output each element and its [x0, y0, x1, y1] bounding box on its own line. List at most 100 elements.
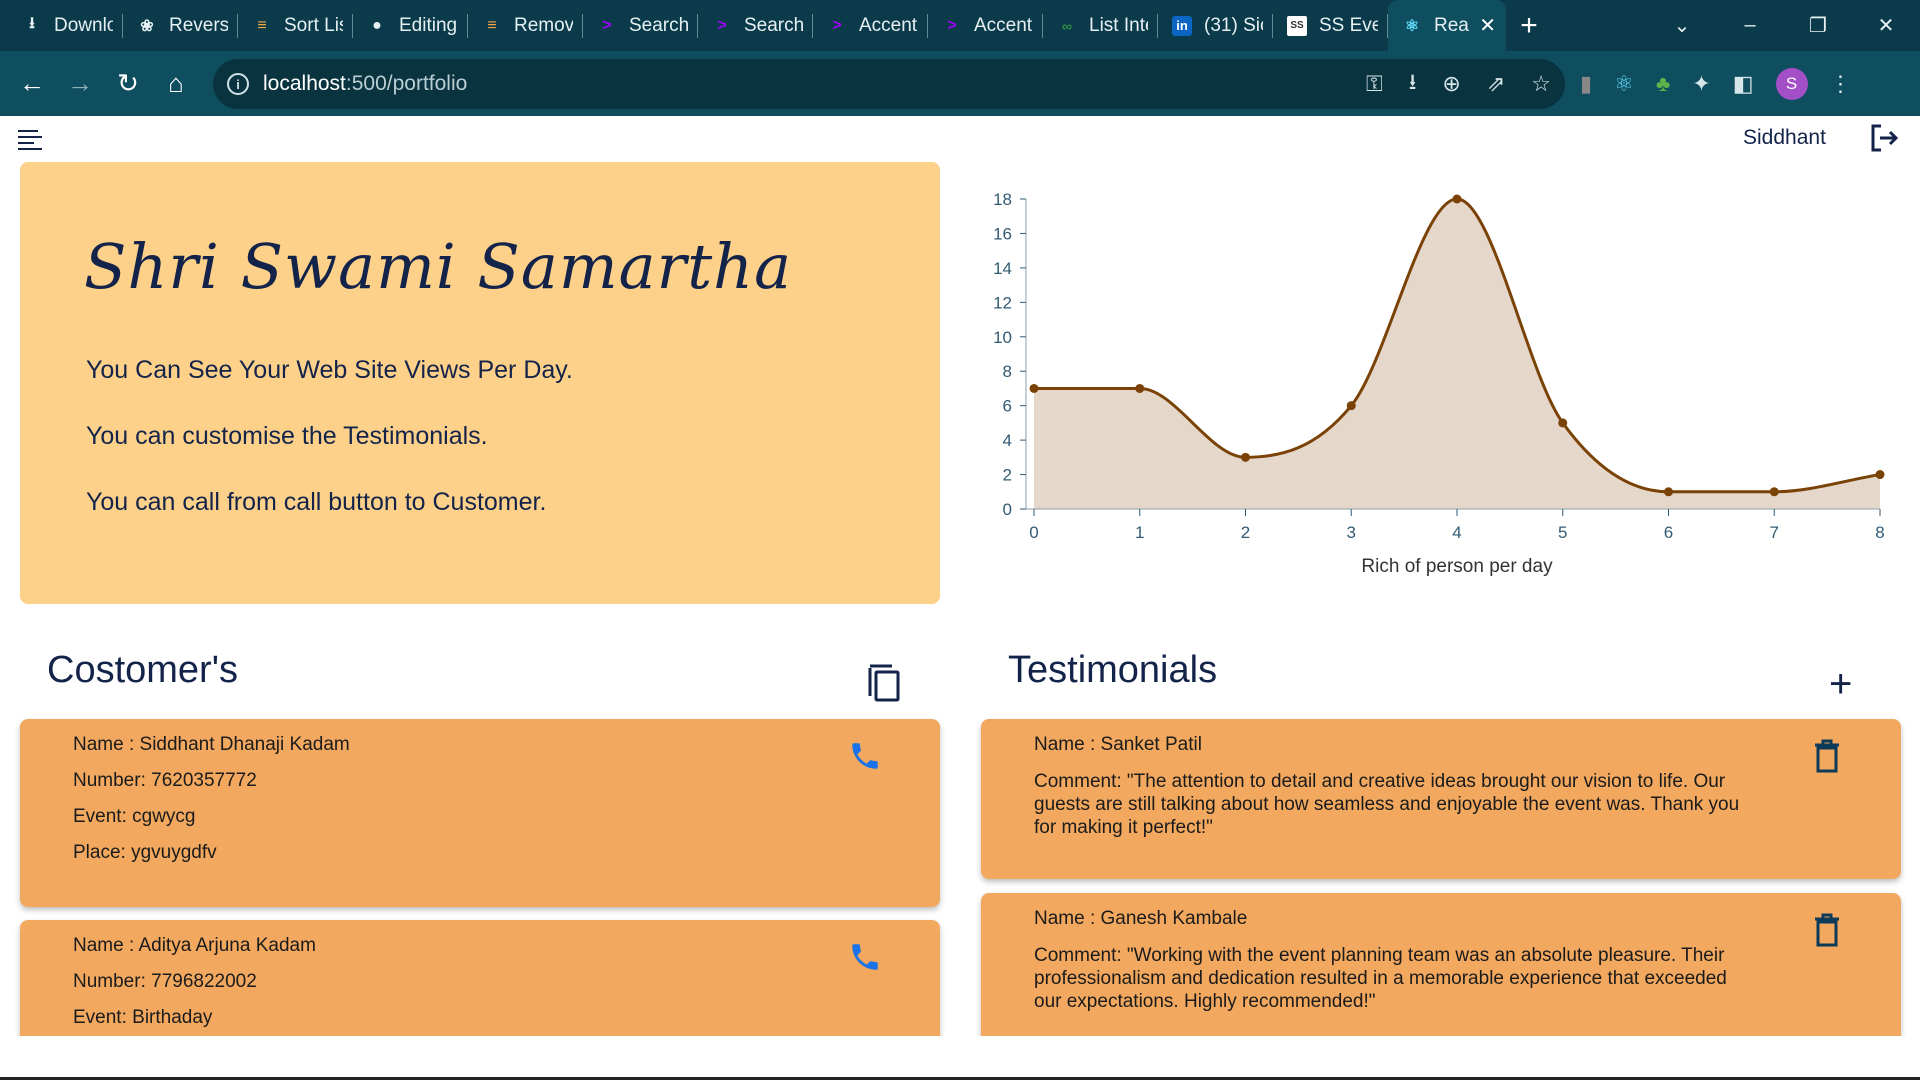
back-button[interactable]: ←: [8, 60, 56, 108]
browser-tab[interactable]: SS SS Even: [1273, 0, 1388, 51]
logout-icon[interactable]: [1868, 122, 1900, 154]
customers-title: Costomer's: [47, 649, 238, 691]
customer-card: Name : Aditya Arjuna Kadam Number: 77968…: [20, 920, 940, 1036]
browser-tab[interactable]: ∞ List Inte: [1043, 0, 1158, 51]
tab-label: Editing: [399, 14, 458, 36]
chart-y-tick-label: 0: [1003, 500, 1012, 519]
url-host: localhost: [263, 72, 346, 95]
hero-line: You can customise the Testimonials.: [86, 422, 488, 450]
chart-data-point: [1558, 418, 1568, 428]
profile-avatar[interactable]: S: [1775, 68, 1808, 100]
chart-data-point: [1241, 452, 1250, 462]
chart-data-point: [1346, 401, 1356, 411]
chart-y-tick-label: 4: [1003, 431, 1012, 450]
browser-tab[interactable]: ⭳ Downlo: [8, 0, 123, 51]
browser-tab[interactable]: ● Editing: [353, 0, 468, 51]
bookmark-star-icon[interactable]: ☆: [1531, 71, 1551, 97]
minimize-icon[interactable]: –: [1716, 14, 1784, 37]
extensions-area: ▮ ⚛ ♣ ✦ ◧ S ⋮: [1580, 59, 1852, 109]
stackoverflow-icon: ≡: [487, 16, 497, 34]
extension-icon[interactable]: ▮: [1580, 71, 1592, 97]
reload-button[interactable]: ↻: [104, 60, 152, 108]
browser-tab[interactable]: > Search: [698, 0, 813, 51]
chart-data-point: [1664, 487, 1673, 497]
hamburger-menu-icon[interactable]: [18, 130, 42, 150]
phone-icon[interactable]: [848, 739, 882, 773]
chart-x-tick-label: 2: [1241, 523, 1250, 542]
customer-number: Number: 7796822002: [73, 971, 257, 992]
trash-icon[interactable]: [1813, 739, 1841, 773]
browser-tab[interactable]: ❀ Reverse: [123, 0, 238, 51]
gfg-icon: ∞: [1062, 17, 1072, 34]
browser-toolbar: ← → ↻ ⌂ i localhost:500/portfolio ⚿ ⭳ ⊕ …: [0, 51, 1920, 116]
restore-icon[interactable]: ❐: [1784, 13, 1852, 38]
chart-x-tick-label: 6: [1664, 523, 1673, 542]
browser-tab[interactable]: ≡ Sort Lis: [238, 0, 353, 51]
page-content: Siddhant Shri Swami Samartha You Can See…: [0, 116, 1920, 1036]
linkedin-icon: in: [1172, 15, 1192, 36]
zoom-icon[interactable]: ⊕: [1442, 71, 1460, 97]
browser-tab[interactable]: > Accent: [813, 0, 928, 51]
chart-y-tick-label: 16: [993, 224, 1012, 243]
tab-label: Sort Lis: [284, 14, 343, 36]
chart-data-point: [1452, 194, 1462, 204]
home-button[interactable]: ⌂: [152, 60, 200, 108]
chart-x-tick-label: 8: [1875, 523, 1884, 542]
omnibox-actions: ⚿ ⭳ ⊕ ⇗ ☆: [1366, 59, 1551, 109]
browser-tab-active[interactable]: ⚛ Rea ✕: [1388, 0, 1506, 51]
ss-icon: SS: [1287, 15, 1307, 36]
phone-icon[interactable]: [848, 940, 882, 974]
chart-x-tick-label: 4: [1452, 523, 1461, 542]
customer-card: Name : Siddhant Dhanaji Kadam Number: 76…: [20, 719, 940, 907]
tab-label: List Inte: [1089, 14, 1148, 36]
chart-area-fill: [1034, 199, 1880, 509]
testimonial-comment: Comment: "Working with the event plannin…: [1034, 945, 1727, 1012]
puzzle-icon[interactable]: ✦: [1692, 71, 1710, 97]
github-icon: ●: [372, 16, 382, 34]
chart-y-tick-label: 14: [993, 259, 1012, 278]
hero-title: Shri Swami Samartha: [84, 230, 793, 303]
key-icon[interactable]: ⚿: [1366, 71, 1383, 97]
tab-label: Search: [629, 14, 688, 36]
tab-label: Remov: [514, 14, 573, 36]
openai-icon: ❀: [140, 17, 154, 35]
site-info-icon[interactable]: i: [227, 73, 249, 95]
tab-label: Reverse: [169, 14, 228, 36]
tree-extension-icon[interactable]: ♣: [1656, 71, 1670, 97]
kebab-menu-icon[interactable]: ⋮: [1830, 71, 1852, 97]
new-tab-button[interactable]: +: [1506, 0, 1552, 51]
chart-x-tick-label: 5: [1558, 523, 1567, 542]
username-label: Siddhant: [1743, 126, 1826, 149]
side-panel-icon[interactable]: ◧: [1733, 71, 1754, 97]
testimonial-name: Name : Ganesh Kambale: [1034, 908, 1248, 929]
browser-tab[interactable]: in (31) Sic: [1158, 0, 1273, 51]
chart-x-tick-label: 0: [1029, 523, 1038, 542]
tab-label: Accent: [859, 14, 918, 36]
accenture-icon: >: [832, 16, 842, 34]
close-tab-icon[interactable]: ✕: [1479, 13, 1496, 38]
chart-y-tick-label: 12: [993, 293, 1012, 312]
forward-button[interactable]: →: [56, 60, 104, 108]
copy-icon[interactable]: [866, 662, 902, 702]
accenture-icon: >: [717, 16, 727, 34]
customer-event: Event: cgwycg: [73, 806, 196, 827]
chart-y-tick-label: 8: [1003, 362, 1012, 381]
chart-data-point: [1135, 383, 1145, 393]
tab-label: Search: [744, 14, 803, 36]
testimonials-title: Testimonials: [1008, 649, 1218, 691]
address-bar[interactable]: i localhost:500/portfolio ⚿ ⭳ ⊕ ⇗ ☆: [213, 59, 1565, 109]
chart-x-axis-label: Rich of person per day: [1361, 556, 1553, 577]
react-devtools-icon[interactable]: ⚛: [1614, 71, 1634, 97]
browser-tab[interactable]: > Search: [583, 0, 698, 51]
share-icon[interactable]: ⇗: [1487, 71, 1505, 97]
tab-search-icon[interactable]: ⌄: [1648, 13, 1716, 38]
tab-label: Downlo: [54, 14, 113, 36]
trash-icon[interactable]: [1813, 913, 1841, 947]
browser-tab[interactable]: > Accent: [928, 0, 1043, 51]
close-window-icon[interactable]: ✕: [1852, 13, 1920, 38]
browser-tab[interactable]: ≡ Remov: [468, 0, 583, 51]
accenture-icon: >: [947, 16, 957, 34]
tab-label: (31) Sic: [1204, 14, 1263, 36]
add-testimonial-button[interactable]: +: [1829, 664, 1852, 704]
install-app-icon[interactable]: ⭳: [1409, 65, 1417, 103]
